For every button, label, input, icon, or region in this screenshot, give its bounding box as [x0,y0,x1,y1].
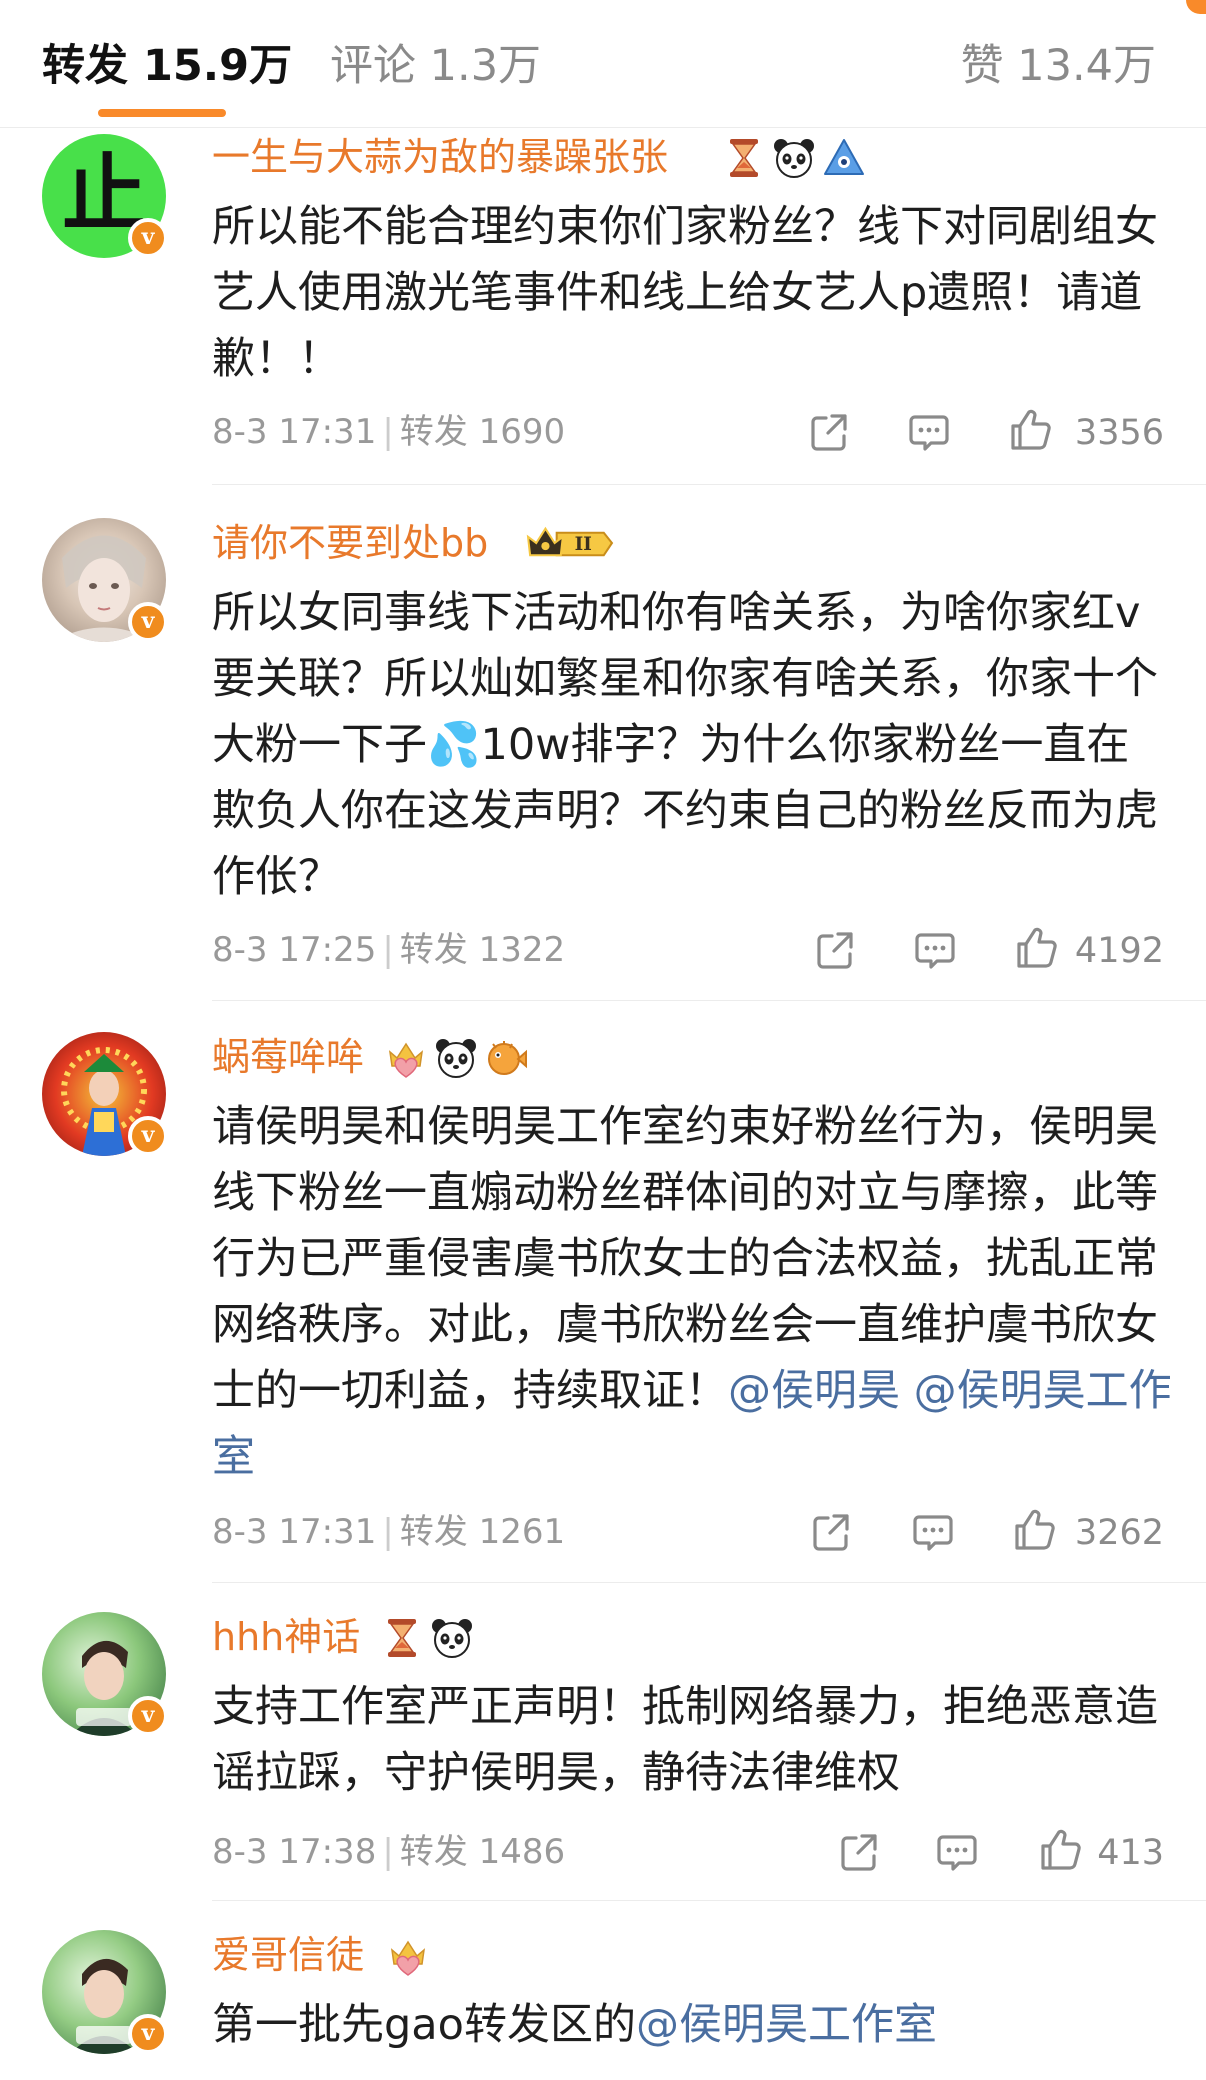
divider [212,484,1206,485]
comment-body: 第一批先gao转发区的 [212,2000,636,2050]
comment-meta: 8-3 17:25 | 转发 1322 [212,930,566,970]
repost-count[interactable]: 转发 1261 [400,1512,565,1552]
tab-like[interactable]: 赞 13.4万 [961,40,1156,92]
crown-heart-icon [384,1036,428,1080]
like-count: 413 [1097,1833,1164,1873]
comment-text: 所以能不能合理约束你们家粉丝？线下对同剧组女艺人使用激光笔事件和线上给女艺人p遗… [212,202,1158,384]
user-badges [386,1934,430,1978]
like-count: 3356 [1074,413,1164,453]
panda-icon [430,1616,474,1660]
active-tab-indicator [98,109,226,117]
comment-meta: 8-3 17:38 | 转发 1486 [212,1832,566,1872]
comment-icon[interactable] [910,1509,956,1555]
comment-icon[interactable] [912,927,958,973]
verified-badge-icon: v [128,2014,168,2054]
comment-text: 支持工作室严正声明！抵制网络暴力，拒绝恶意造谣拉踩，守护侯明昊，静待法律维权 [212,1682,1158,1798]
repost-count[interactable]: 转发 1486 [400,1832,565,1872]
verified-badge-icon: v [128,1696,168,1736]
share-icon[interactable] [806,409,852,455]
divider [212,1582,1206,1583]
panda-icon [434,1036,478,1080]
hourglass-icon [380,1616,424,1660]
blue-triangle-icon [822,136,866,180]
username[interactable]: 请你不要到处bb [212,520,488,566]
divider [212,1900,1206,1901]
username[interactable]: 蜗莓哞哞 [212,1034,364,1080]
username[interactable]: 一生与大蒜为敌的暴躁张张 [212,134,668,180]
verified-badge-icon: v [128,1116,168,1156]
comment-time: 8-3 17:31 [212,412,377,452]
divider [212,1000,1206,1001]
comment-meta: 8-3 17:31 | 转发 1261 [212,1512,566,1552]
like-count: 3262 [1074,1513,1164,1553]
pufferfish-icon [484,1036,528,1080]
verified-badge-icon: v [128,602,168,642]
mention-link[interactable]: @侯明昊工作室 [636,2000,937,2050]
comment-meta: 8-3 17:31 | 转发 1690 [212,412,566,452]
like-icon[interactable] [1012,1507,1058,1553]
comment-icon[interactable] [906,409,952,455]
like-icon[interactable] [1014,925,1060,971]
panda-icon [772,136,816,180]
crown-heart-icon [386,1934,430,1978]
tab-comment[interactable]: 评论 1.3万 [330,40,541,92]
share-icon[interactable] [808,1509,854,1555]
user-badges [380,1616,474,1660]
comment-text: 请侯明昊和侯明昊工作室约束好粉丝行为，侯明昊线下粉丝一直煽动粉丝群体间的对立与摩… [212,1094,1172,1490]
comment-text: 所以女同事线下活动和你有啥关系，为啥你家红v要关联？所以灿如繁星和你家有啥关系，… [212,588,1158,902]
username[interactable]: 爱哥信徒 [212,1932,364,1978]
username[interactable]: hhh神话 [212,1614,360,1660]
comment-time: 8-3 17:25 [212,930,377,970]
hourglass-icon [722,136,766,180]
level-text: II [575,534,592,555]
comment-icon[interactable] [934,1829,980,1875]
tab-repost[interactable]: 转发 15.9万 [42,40,292,92]
crown-level-badge: II [526,522,614,564]
tab-bar: 转发 15.9万 评论 1.3万 赞 13.4万 [0,0,1206,128]
user-badges [722,136,866,180]
repost-count[interactable]: 转发 1322 [400,930,565,970]
share-icon[interactable] [836,1829,882,1875]
comment-time: 8-3 17:31 [212,1512,377,1552]
share-icon[interactable] [812,927,858,973]
comment-time: 8-3 17:38 [212,1832,377,1872]
like-icon[interactable] [1008,407,1054,453]
like-icon[interactable] [1038,1827,1084,1873]
mention-link[interactable]: @侯明昊 [728,1366,900,1416]
verified-badge-icon: v [128,218,168,258]
repost-count[interactable]: 转发 1690 [400,412,565,452]
comment-text: 第一批先gao转发区的@侯明昊工作室 [212,1992,1172,2058]
user-badges [384,1036,528,1080]
like-count: 4192 [1074,931,1164,971]
